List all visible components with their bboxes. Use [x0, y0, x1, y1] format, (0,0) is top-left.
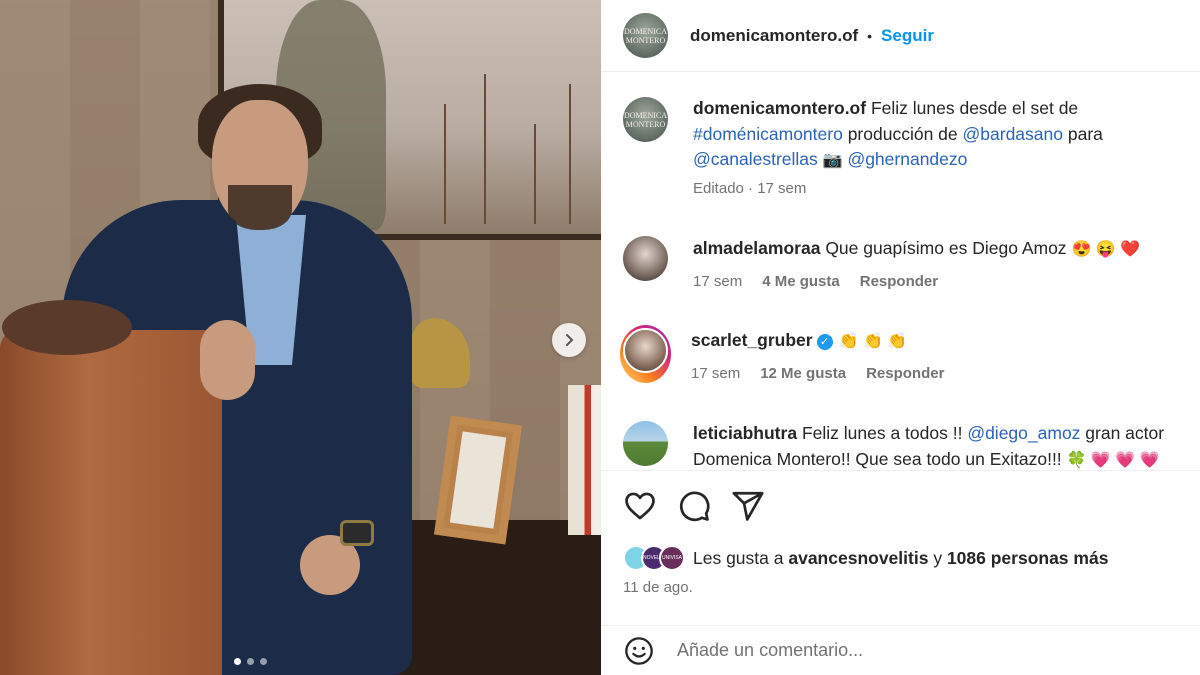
painting-flower: [534, 124, 536, 224]
comments-list[interactable]: DOMENICA MONTERO domenicamontero.of Feli…: [601, 73, 1200, 469]
caption-mention[interactable]: @ghernandezo: [847, 149, 967, 169]
likes-others[interactable]: 1086 personas más: [947, 548, 1109, 569]
painting-flower: [484, 74, 486, 224]
comment-text: gran actor: [1085, 423, 1165, 443]
carousel-dot: [247, 658, 254, 665]
comment-time: 17 sem: [693, 272, 743, 290]
likes-connector: y: [933, 547, 943, 568]
comment-item: leticiabhutra Feliz lunes a todos !! @di…: [623, 421, 1164, 469]
comment-text: Domenica Montero!! Que sea todo un Exita…: [693, 448, 1062, 469]
painting-flower: [444, 104, 446, 224]
comment-username[interactable]: almadelamoraa: [693, 238, 820, 258]
post-photo[interactable]: [0, 0, 601, 675]
reply-button[interactable]: Responder: [860, 273, 938, 291]
comment-line: almadelamoraa Que guapísimo es Diego Amo…: [693, 236, 1140, 263]
chevron-right-icon: [566, 334, 574, 346]
post-header: DOMENICA MONTERO domenicamontero.of • Se…: [601, 0, 1200, 72]
comment-mention[interactable]: @diego_amoz: [967, 423, 1080, 443]
comment-emojis: 👏 👏 👏: [838, 333, 908, 350]
commenter-avatar[interactable]: [623, 328, 668, 373]
caption-line-3: @canalestrellas 📷 @ghernandezo: [693, 147, 1103, 174]
carousel-next-button[interactable]: [552, 323, 586, 357]
comment-likes[interactable]: 4 Me gusta: [762, 273, 840, 291]
caption-text: producción de: [847, 123, 958, 144]
caption-mention[interactable]: @canalestrellas: [693, 149, 818, 169]
caption-text: para: [1067, 123, 1103, 144]
follow-button[interactable]: Seguir: [881, 26, 934, 46]
painting-flower: [569, 84, 571, 224]
comment-line: Domenica Montero!! Que sea todo un Exita…: [693, 447, 1164, 470]
comment-likes[interactable]: 12 Me gusta: [760, 365, 846, 383]
post-actions: NOVELAS UNIVISA Les gusta a avancesnovel…: [601, 470, 1200, 605]
liker-avatar: UNIVISA: [659, 545, 685, 571]
photo-shelf: [380, 520, 601, 675]
story-ring[interactable]: [620, 325, 671, 383]
likes-summary[interactable]: NOVELAS UNIVISA Les gusta a avancesnovel…: [623, 545, 1108, 571]
carousel-dot: [260, 658, 267, 665]
comment-username[interactable]: leticiabhutra: [693, 423, 797, 443]
likes-prefix: Les gusta a: [693, 547, 784, 568]
likes-user[interactable]: avancesnovelitis: [788, 548, 928, 569]
post-sidebar: DOMENICA MONTERO domenicamontero.of • Se…: [601, 0, 1200, 675]
caption-mention[interactable]: @bardasano: [963, 124, 1063, 144]
heart-icon[interactable]: [623, 489, 657, 523]
comment-text: Feliz lunes a todos !!: [801, 423, 963, 443]
photo-books: [568, 385, 601, 535]
caption-line-2: #doménicamontero producción de @bardasan…: [693, 122, 1103, 148]
comment-meta: 17 sem 12 Me gusta Responder: [691, 365, 944, 383]
comment-item: almadelamoraa Que guapísimo es Diego Amo…: [623, 236, 1140, 291]
comment-username[interactable]: scarlet_gruber: [691, 330, 813, 350]
verified-badge-icon: ✓: [816, 334, 833, 350]
caption-username[interactable]: domenicamontero.of: [693, 98, 866, 118]
smile-icon[interactable]: [623, 635, 655, 667]
caption-hashtag[interactable]: #doménicamontero: [693, 124, 843, 144]
photo-chair-carving: [2, 300, 132, 355]
share-icon[interactable]: [731, 489, 765, 523]
comment-meta: 17 sem 4 Me gusta Responder: [693, 273, 1140, 291]
post-caption: DOMENICA MONTERO domenicamontero.of Feli…: [623, 97, 1103, 198]
carousel-dot: [234, 658, 241, 665]
caption-text: Feliz lunes desde el set de: [870, 98, 1079, 118]
caption-line-1: domenicamontero.of Feliz lunes desde el …: [693, 96, 1103, 122]
carousel-dots: [234, 658, 267, 665]
avatar-text: DOMENICA MONTERO: [623, 110, 668, 129]
action-icons: [623, 489, 765, 523]
comment-line: scarlet_gruber ✓ 👏 👏 👏: [691, 328, 944, 355]
comment-input[interactable]: [677, 640, 1097, 661]
reply-button[interactable]: Responder: [866, 365, 944, 383]
add-comment-bar: [601, 625, 1200, 675]
commenter-avatar[interactable]: [623, 421, 668, 466]
comment-item: scarlet_gruber ✓ 👏 👏 👏 17 sem 12 Me gusta …: [620, 325, 944, 383]
header-separator: •: [867, 27, 873, 44]
comment-line: leticiabhutra Feliz lunes a todos !! @di…: [693, 421, 1164, 447]
comment-emojis: 🍀 💗 💗 💗: [1066, 451, 1160, 469]
caption-meta: Editado · 17 sem: [693, 180, 1103, 198]
caption-avatar[interactable]: DOMENICA MONTERO: [623, 97, 668, 142]
photo-chair: [0, 330, 222, 675]
comment-icon[interactable]: [677, 489, 711, 523]
comment-emojis: 😍 😝 ❤️: [1071, 241, 1141, 258]
photo-watch: [340, 520, 374, 546]
comment-text: Que guapísimo es Diego Amoz: [825, 238, 1067, 258]
liker-avatars: NOVELAS UNIVISA: [623, 545, 685, 571]
author-username[interactable]: domenicamontero.of: [690, 26, 858, 46]
avatar-text: DOMENICA MONTERO: [623, 26, 668, 45]
post-date: 11 de ago.: [623, 579, 693, 596]
photo-person-hand: [200, 320, 255, 400]
author-avatar[interactable]: DOMENICA MONTERO: [623, 13, 668, 58]
camera-emoji: 📷: [822, 152, 843, 169]
comment-time: 17 sem: [691, 364, 741, 382]
photo-person-beard: [228, 185, 292, 230]
caption-edited-time: Editado · 17 sem: [693, 179, 807, 197]
commenter-avatar[interactable]: [623, 236, 668, 281]
